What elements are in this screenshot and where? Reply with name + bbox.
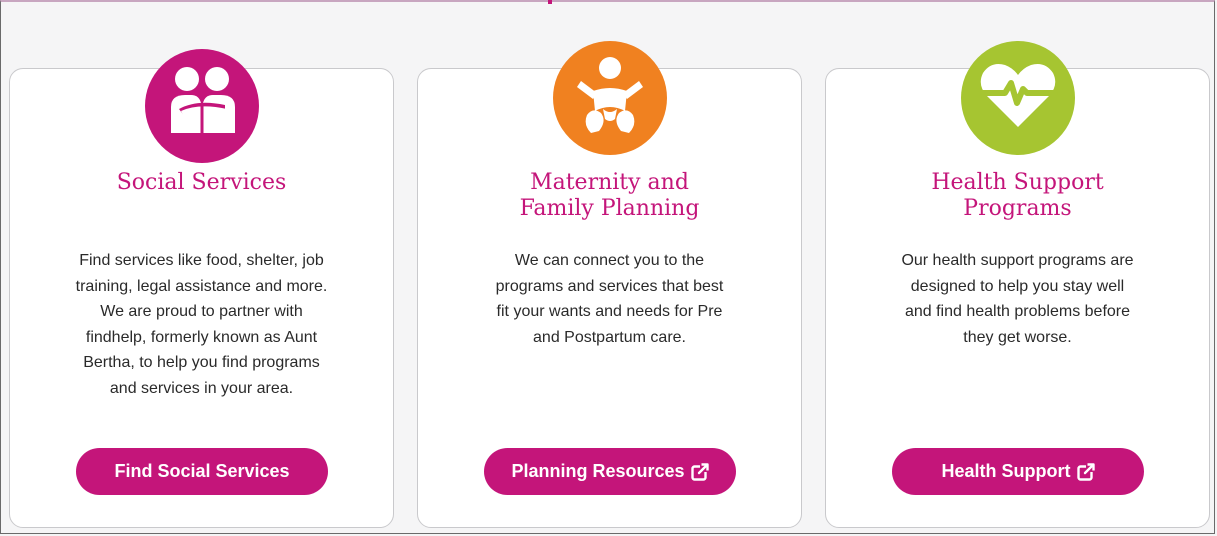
card-title-social-services: Social Services (9, 170, 394, 196)
card-title-line: Programs (963, 196, 1072, 221)
card-description-social-services: Find services like food, shelter, job tr… (9, 248, 394, 401)
card-title-maternity: Maternity and Family Planning (417, 170, 802, 222)
card-description-text: We can connect you to the programs and s… (495, 252, 724, 346)
button-label: Health Support (941, 461, 1071, 481)
card-description-maternity: We can connect you to the programs and s… (417, 248, 802, 350)
planning-resources-button[interactable]: Planning Resources (484, 448, 736, 495)
card-title-health-support: Health Support Programs (825, 170, 1210, 222)
top-accent-mark (548, 0, 552, 4)
button-label: Planning Resources (511, 461, 685, 481)
find-social-services-button[interactable]: Find Social Services (76, 448, 328, 495)
card-title-line: Health Support (931, 170, 1104, 195)
card-description-text: Our health support programs are designed… (901, 252, 1134, 346)
external-link-icon (690, 462, 709, 481)
health-support-button[interactable]: Health Support (892, 448, 1144, 495)
card-title-line: Maternity and (530, 170, 689, 195)
heartbeat-icon (961, 41, 1075, 155)
baby-icon (553, 41, 667, 155)
card-title-line: Social Services (116, 170, 287, 195)
external-link-icon (1076, 462, 1095, 481)
card-description-health-support: Our health support programs are designed… (825, 248, 1210, 350)
card-title-line: Family Planning (519, 196, 700, 221)
button-label: Find Social Services (114, 461, 290, 481)
card-description-text: Find services like food, shelter, job tr… (75, 252, 328, 397)
people-hug-icon (145, 49, 259, 163)
